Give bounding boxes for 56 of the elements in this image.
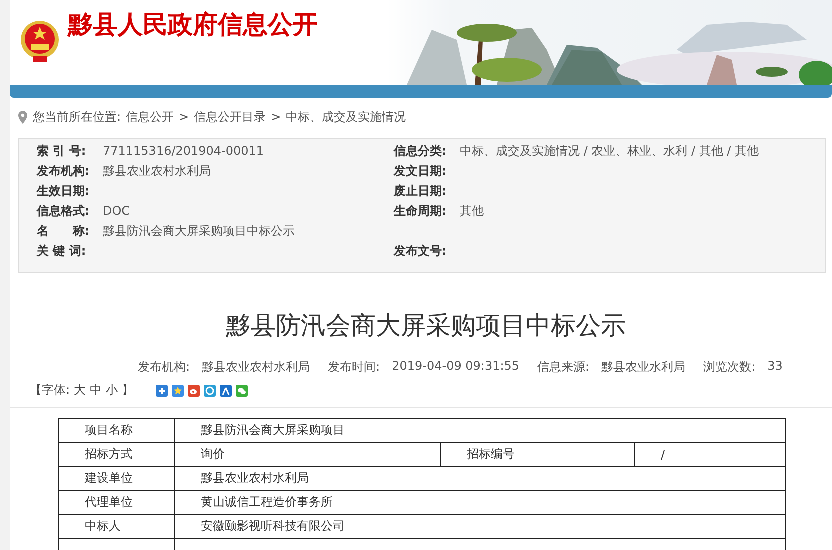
table-cell: 项目名称 (58, 418, 174, 442)
font-size-bracket: 】 (122, 382, 134, 399)
meta-value: 2019-04-09 09:31:55 (392, 359, 520, 375)
font-size-link[interactable]: 大 (74, 382, 86, 399)
chat-icon[interactable] (236, 384, 248, 396)
meta-label: 信息来源: (538, 359, 590, 376)
table-cell: 询价 (174, 442, 440, 466)
breadcrumb-link[interactable]: 中标、成交及实施情况 (286, 108, 406, 126)
table-cell: 招标编号 (440, 442, 634, 466)
field-label: 废止日期: (394, 182, 448, 200)
breadcrumb-separator: > (179, 110, 190, 124)
table-cell: 招标方式 (58, 442, 174, 466)
table-cell: / (634, 442, 786, 466)
breadcrumb-separator: > (271, 110, 282, 124)
meta-value: 黟县农业农村水利局 (202, 359, 310, 376)
table-cell: 中标人 (58, 514, 174, 538)
location-pin-icon (18, 110, 28, 124)
article-title: 黟县防汛会商大屏采购项目中标公示 (225, 310, 627, 342)
font-size-link[interactable]: 小 (106, 382, 118, 399)
eye-icon[interactable] (188, 384, 200, 396)
table-cell: 黟县农业农村水利局 (174, 466, 786, 490)
meta-value: 33 (768, 359, 783, 375)
field-label: 信息格式: (37, 202, 91, 220)
field-value: 771115316/201904-00011 (103, 144, 264, 158)
breadcrumb-label: 您当前所在位置: (33, 108, 122, 126)
table-cell: 建设单位 (58, 466, 174, 490)
table-cell: 黄山诚信工程造价事务所 (174, 490, 786, 514)
plus-icon[interactable] (156, 384, 168, 396)
field-value: DOC (103, 204, 130, 218)
field-label: 生命周期: (394, 202, 448, 220)
emblem-icon (20, 18, 60, 64)
field-label: 名 称: (37, 222, 91, 240)
meta-label: 发布机构: (138, 359, 190, 376)
breadcrumb-link[interactable]: 信息公开 (126, 108, 174, 126)
field-value: 黟县农业农村水利局 (103, 162, 211, 180)
star-icon[interactable] (172, 384, 184, 396)
field-label: 生效日期: (37, 182, 91, 200)
field-label: 索 引 号: (37, 142, 88, 160)
field-value: 黟县防汛会商大屏采购项目中标公示 (103, 222, 295, 240)
meta-label: 浏览次数: (704, 359, 756, 376)
meta-value: 黟县农业水利局 (602, 359, 686, 376)
table-cell: 安徽颐影视听科技有限公司 (174, 514, 786, 538)
field-label: 发布文号: (394, 242, 448, 260)
breadcrumb-link[interactable]: 信息公开目录 (194, 108, 266, 126)
field-value: 中标、成交及实施情况 / 农业、林业、水利 / 其他 / 其他 (460, 142, 760, 160)
field-label: 信息分类: (394, 142, 448, 160)
table-cell: 代理单位 (58, 490, 174, 514)
font-size-label: 【字体: (30, 382, 70, 399)
field-label: 发文日期: (394, 162, 448, 180)
field-label: 发布机构: (37, 162, 91, 180)
site-title: 黟县人民政府信息公开 (68, 9, 318, 40)
font-size-link[interactable]: 中 (90, 382, 102, 399)
meta-label: 发布时间: (328, 359, 380, 376)
field-value: 其他 (460, 202, 484, 220)
table-cell: 黟县防汛会商大屏采购项目 (174, 418, 786, 442)
field-label: 关 键 词: (37, 242, 88, 260)
